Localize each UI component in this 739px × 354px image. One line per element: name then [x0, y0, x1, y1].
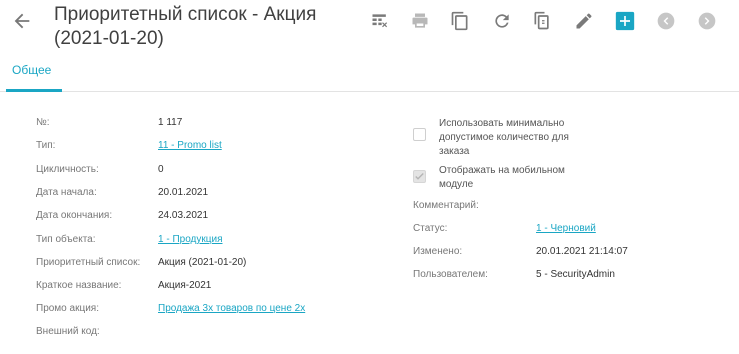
modified-value: 20.01.2021 21:14:07: [536, 246, 628, 257]
min-quantity-checkbox[interactable]: [413, 128, 426, 141]
add-icon[interactable]: [613, 9, 637, 33]
table-delete-icon[interactable]: [368, 9, 392, 33]
field-value: 20.01.2021: [158, 187, 209, 198]
general-form: №: 1 117 Тип: 11 - Promo list Цикличност…: [0, 92, 739, 354]
page-title: Приоритетный список - Акция (2021-01-20): [54, 4, 317, 49]
field-label: Статус:: [413, 223, 448, 234]
field-label: Внешний код:: [36, 326, 100, 337]
previous-icon[interactable]: [654, 9, 678, 33]
field-label: Комментарий:: [413, 200, 479, 211]
checkbox-label: Отображать на мобильном модуле: [439, 165, 565, 190]
object-type-link[interactable]: 1 - Продукция: [158, 234, 222, 245]
duplicate-icon[interactable]: [530, 9, 554, 33]
field-value: Акция-2021: [158, 280, 212, 291]
field-value: 0: [158, 164, 164, 175]
next-icon[interactable]: [695, 9, 719, 33]
print-icon[interactable]: [408, 9, 432, 33]
field-label: Тип:: [36, 140, 56, 151]
field-label: Дата окончания:: [36, 210, 113, 221]
field-value: Акция (2021-01-20): [158, 257, 247, 268]
promo-link[interactable]: Продажа 3х товаров по цене 2х: [158, 303, 305, 314]
refresh-icon[interactable]: [490, 9, 514, 33]
copy-icon[interactable]: [448, 9, 472, 33]
status-link[interactable]: 1 - Черновий: [536, 223, 596, 234]
modified-by-value: 5 - SecurityAdmin: [536, 269, 615, 280]
field-label: Тип объекта:: [36, 234, 96, 245]
tab-general[interactable]: Общее: [0, 52, 63, 92]
field-label: Изменено:: [413, 246, 463, 257]
tab-bar: Общее: [0, 52, 739, 92]
mobile-module-checkbox[interactable]: [413, 170, 426, 183]
field-label: Цикличность:: [36, 164, 99, 175]
check-icon: [415, 173, 424, 180]
field-label: Краткое название:: [36, 280, 122, 291]
header-bar: Приоритетный список - Акция (2021-01-20): [0, 0, 739, 52]
field-value: 24.03.2021: [158, 210, 209, 221]
checkbox-label: Использовать минимально допустимое колич…: [439, 118, 569, 157]
field-label: Приоритетный список:: [36, 257, 141, 268]
field-label: №:: [36, 117, 50, 128]
field-label: Дата начала:: [36, 187, 97, 198]
arrow-left-icon[interactable]: [11, 10, 33, 32]
field-label: Пользователем:: [413, 269, 488, 280]
field-value: 1 117: [158, 117, 183, 128]
type-link[interactable]: 11 - Promo list: [158, 140, 222, 151]
field-label: Промо акция:: [36, 303, 99, 314]
edit-icon[interactable]: [572, 9, 596, 33]
